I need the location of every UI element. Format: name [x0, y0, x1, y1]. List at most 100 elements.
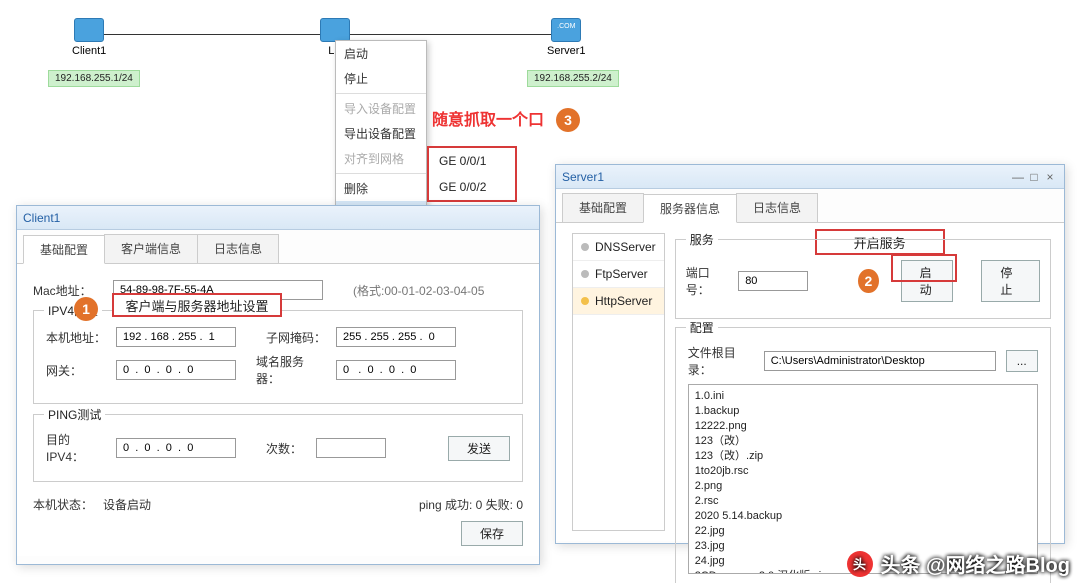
- tab-clientinfo[interactable]: 客户端信息: [104, 234, 198, 263]
- file-item[interactable]: 2.rsc: [695, 494, 1031, 509]
- count-label: 次数：: [266, 440, 306, 457]
- cfg-legend: 配置: [686, 319, 718, 336]
- ping-fieldset: PING测试 目的IPV4： 次数： 发送: [33, 414, 523, 482]
- ping-status: ping 成功: 0 失败: 0: [419, 496, 523, 513]
- mask-input[interactable]: [336, 327, 456, 347]
- tab-basic[interactable]: 基础配置: [562, 193, 644, 222]
- file-item[interactable]: 1to20jb.rsc: [695, 464, 1031, 479]
- circle-3: 3: [556, 108, 580, 132]
- toutiao-icon: 头: [847, 551, 873, 577]
- ipv4-fieldset: IPV4配置 1 客户端与服务器地址设置 本机地址： 子网掩码： 网关： 域名服…: [33, 310, 523, 404]
- service-ftp[interactable]: FtpServer: [573, 261, 664, 288]
- localip-label: 本机地址：: [46, 329, 106, 346]
- annotation-start-box: [891, 254, 957, 282]
- tabs: 基础配置 服务器信息 日志信息: [556, 189, 1064, 223]
- client-body: Mac地址： (格式:00-01-02-03-04-05 IPV4配置 1 客户…: [17, 264, 539, 556]
- server-icon: [551, 18, 581, 42]
- circle-2: 2: [858, 269, 878, 293]
- count-input[interactable]: [316, 438, 386, 458]
- tabs: 基础配置 客户端信息 日志信息: [17, 230, 539, 264]
- file-item[interactable]: 1.backup: [695, 404, 1031, 419]
- save-button[interactable]: 保存: [461, 521, 523, 546]
- status-dot: [581, 243, 589, 251]
- file-item[interactable]: 22.jpg: [695, 524, 1031, 539]
- device-client[interactable]: Client1: [72, 18, 106, 57]
- device-server[interactable]: Server1: [547, 18, 586, 57]
- service-label: FtpServer: [595, 267, 648, 281]
- circle-1: 1: [74, 297, 98, 321]
- tab-basic[interactable]: 基础配置: [23, 235, 105, 264]
- menu-item-import: 导入设备配置: [336, 96, 426, 121]
- port-input[interactable]: [738, 271, 808, 291]
- service-http[interactable]: HttpServer: [573, 288, 664, 315]
- file-item[interactable]: 12222.png: [695, 419, 1031, 434]
- close-icon: ×: [1042, 170, 1058, 184]
- window-controls[interactable]: —□×: [1010, 170, 1058, 184]
- gw-input[interactable]: [116, 360, 236, 380]
- titlebar[interactable]: Server1 —□×: [556, 165, 1064, 189]
- ip-badge-client: 192.168.255.1/24: [48, 70, 140, 87]
- menu-item-stop[interactable]: 停止: [336, 66, 426, 91]
- service-fieldset: 服务 端口号： 2 启动 停止: [675, 239, 1051, 319]
- client-window: Client1 基础配置 客户端信息 日志信息 Mac地址： (格式:00-01…: [16, 205, 540, 565]
- status-value: 设备启动: [103, 496, 151, 513]
- root-input[interactable]: [764, 351, 996, 371]
- service-label: DNSServer: [595, 240, 656, 254]
- context-submenu[interactable]: GE 0/0/1 GE 0/0/2: [427, 146, 517, 202]
- menu-item-delete[interactable]: 删除: [336, 176, 426, 201]
- menu-item-export[interactable]: 导出设备配置: [336, 121, 426, 146]
- localip-input[interactable]: [116, 327, 236, 347]
- status-dot: [581, 297, 589, 305]
- tab-serverinfo[interactable]: 服务器信息: [643, 194, 737, 223]
- service-dns[interactable]: DNSServer: [573, 234, 664, 261]
- device-label: Server1: [547, 45, 586, 57]
- file-item[interactable]: 123（改）: [695, 434, 1031, 449]
- target-input[interactable]: [116, 438, 236, 458]
- file-item[interactable]: 2.png: [695, 479, 1031, 494]
- menu-item-start[interactable]: 启动: [336, 41, 426, 66]
- browse-button[interactable]: ...: [1006, 350, 1038, 372]
- submenu-item[interactable]: GE 0/0/2: [429, 174, 515, 200]
- tab-log[interactable]: 日志信息: [736, 193, 818, 222]
- file-list[interactable]: 1.0.ini1.backup12222.png123（改）123（改）.zip…: [688, 384, 1038, 574]
- server-body: DNSServer FtpServer HttpServer 开启服务 服务 端…: [556, 223, 1064, 541]
- tab-log[interactable]: 日志信息: [197, 234, 279, 263]
- dns-label: 域名服务器：: [256, 353, 326, 387]
- annotation-capture: 随意抓取一个口: [432, 106, 544, 130]
- window-title: Server1: [562, 170, 604, 184]
- mac-label: Mac地址：: [33, 282, 103, 299]
- ping-legend: PING测试: [44, 406, 105, 423]
- stop-button[interactable]: 停止: [981, 260, 1039, 302]
- mask-label: 子网掩码：: [266, 329, 326, 346]
- menu-item-align: 对齐到网格: [336, 146, 426, 171]
- file-item[interactable]: 2020 5.14.backup: [695, 509, 1031, 524]
- minimize-icon: —: [1010, 170, 1026, 184]
- port-label: 端口号：: [686, 264, 729, 298]
- ip-badge-server: 192.168.255.2/24: [527, 70, 619, 87]
- link-line: [100, 34, 330, 35]
- gw-label: 网关：: [46, 362, 106, 379]
- device-label: Client1: [72, 45, 106, 57]
- status-label: 本机状态：: [33, 496, 93, 513]
- menu-separator: [336, 93, 426, 94]
- server-window: Server1 —□× 基础配置 服务器信息 日志信息 DNSServer Ft…: [555, 164, 1065, 544]
- titlebar[interactable]: Client1: [17, 206, 539, 230]
- watermark-text: 头条 @网络之路Blog: [881, 549, 1071, 578]
- service-label: HttpServer: [595, 294, 652, 308]
- dns-input[interactable]: [336, 360, 456, 380]
- menu-separator: [336, 173, 426, 174]
- send-button[interactable]: 发送: [448, 436, 510, 461]
- file-item[interactable]: 123（改）.zip: [695, 449, 1031, 464]
- page-watermark: 头 头条 @网络之路Blog: [847, 549, 1071, 578]
- maximize-icon: □: [1026, 170, 1042, 184]
- service-list: DNSServer FtpServer HttpServer: [572, 233, 665, 531]
- submenu-item[interactable]: GE 0/0/1: [429, 148, 515, 174]
- config-fieldset: 配置 文件根目录： ... 1.0.ini1.backup12222.png12…: [675, 327, 1051, 583]
- root-label: 文件根目录：: [688, 344, 754, 378]
- svc-legend: 服务: [686, 231, 718, 248]
- annotation-text: 客户端与服务器地址设置: [125, 296, 268, 315]
- mac-hint: (格式:00-01-02-03-04-05: [353, 282, 484, 299]
- file-item[interactable]: 1.0.ini: [695, 389, 1031, 404]
- status-dot: [581, 270, 589, 278]
- target-label: 目的IPV4：: [46, 431, 106, 465]
